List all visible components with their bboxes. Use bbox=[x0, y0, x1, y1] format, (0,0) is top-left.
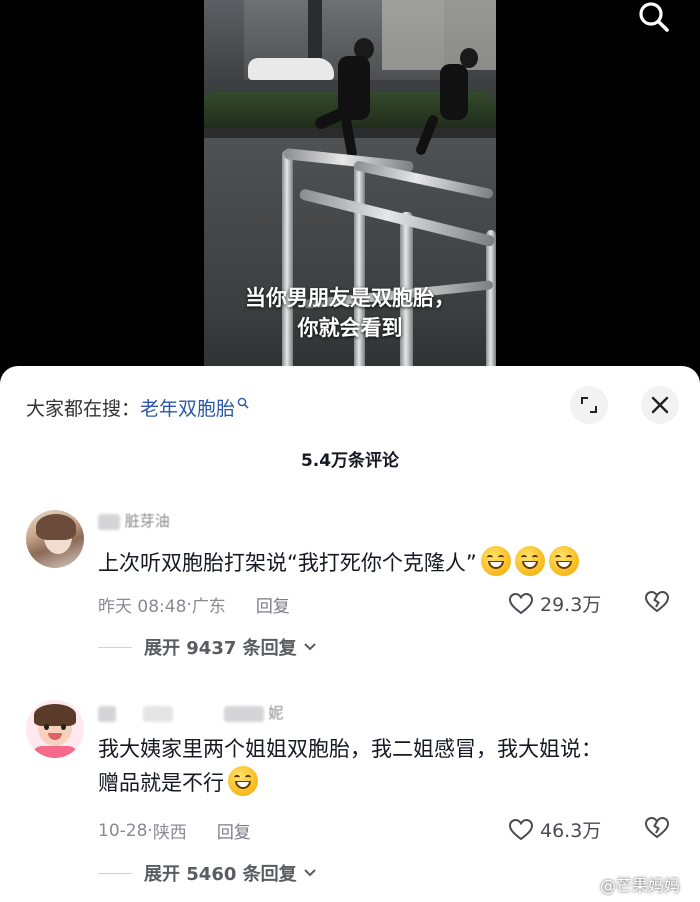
grin-emoji-icon bbox=[548, 546, 579, 576]
search-button[interactable] bbox=[632, 0, 676, 34]
username-redacted bbox=[142, 705, 173, 722]
comment-body: 上次听双胞胎打架说“我打死你个克隆人” bbox=[98, 551, 477, 575]
video-caption-line-2: 你就会看到 bbox=[297, 316, 403, 340]
search-icon bbox=[237, 397, 249, 412]
reply-button[interactable]: 回复 bbox=[256, 592, 290, 617]
comment-location: 陕西 bbox=[152, 823, 187, 843]
avatar-eye bbox=[61, 724, 66, 730]
broken-heart-icon bbox=[644, 816, 670, 839]
like-button[interactable]: 29.3万 bbox=[508, 590, 601, 617]
video-player[interactable]: 当你男朋友是双胞胎， 你就会看到 bbox=[0, 0, 700, 380]
avatar-eye bbox=[44, 724, 49, 730]
video-scene-road bbox=[204, 138, 496, 380]
like-button[interactable]: 46.3万 bbox=[508, 816, 601, 843]
weibo-logo-icon bbox=[574, 876, 596, 893]
username-redacted bbox=[98, 513, 120, 530]
watermark-text: @芒果妈妈 bbox=[600, 876, 681, 895]
video-person bbox=[440, 64, 468, 120]
grin-emoji-icon bbox=[514, 546, 545, 576]
username-visible: 妮 bbox=[268, 704, 284, 722]
comment-meta: 昨天 08:48 · 广东 回复 bbox=[98, 592, 290, 618]
hot-search-bar[interactable]: 大家都在搜： 老年双胞胎 bbox=[26, 394, 249, 421]
avatar[interactable] bbox=[26, 510, 84, 568]
dislike-button[interactable] bbox=[644, 816, 670, 844]
comment-text[interactable]: 我大姨家里两个姐姐双胞胎，我二姐感冒，我大姐说： 赠品就是不行 bbox=[98, 732, 668, 800]
username-visible: 脏芽油 bbox=[124, 512, 170, 530]
chevron-down-icon bbox=[303, 869, 316, 877]
video-scene-car bbox=[248, 58, 334, 80]
username-redacted bbox=[223, 705, 264, 722]
video-caption-line-1: 当你男朋友是双胞胎， bbox=[245, 286, 455, 310]
chevron-down-icon bbox=[303, 643, 316, 651]
video-scene-railing bbox=[282, 150, 293, 380]
avatar-hair bbox=[34, 704, 76, 726]
avatar[interactable] bbox=[26, 700, 84, 758]
broken-heart-icon bbox=[644, 590, 670, 613]
expand-button[interactable] bbox=[570, 386, 608, 424]
expand-icon bbox=[581, 397, 597, 413]
grin-emoji-icon bbox=[228, 766, 258, 796]
comment-time: 10-28 bbox=[98, 820, 148, 841]
video-scene-building bbox=[382, 0, 496, 70]
avatar-hair bbox=[36, 514, 76, 540]
comment-body-line-2: 赠品就是不行 bbox=[98, 766, 668, 800]
hot-search-prefix: 大家都在搜： bbox=[26, 398, 141, 420]
like-count: 29.3万 bbox=[540, 594, 602, 616]
comment-time: 昨天 08:48 bbox=[98, 597, 187, 617]
comment-location: 广东 bbox=[191, 597, 226, 617]
username-redacted bbox=[98, 705, 116, 722]
expand-replies-label: 展开 9437 条回复 bbox=[144, 638, 297, 659]
expand-replies-button[interactable]: 展开 5460 条回复 bbox=[98, 860, 317, 886]
hot-search-link[interactable]: 老年双胞胎 bbox=[140, 394, 235, 421]
reply-button[interactable]: 回复 bbox=[217, 818, 251, 843]
dislike-button[interactable] bbox=[644, 590, 670, 618]
comment-body-line-1: 我大姨家里两个姐姐双胞胎，我二姐感冒，我大姐说： bbox=[98, 737, 602, 761]
expand-replies-label: 展开 5460 条回复 bbox=[144, 864, 297, 885]
video-scene-railing bbox=[354, 160, 365, 380]
comment-meta: 10-28 · 陕西 回复 bbox=[98, 818, 251, 844]
divider-line bbox=[98, 872, 132, 874]
username[interactable]: 脏芽油 bbox=[98, 510, 170, 531]
comment-count: 5.4万条评论 bbox=[300, 451, 400, 471]
grin-emoji-icon bbox=[480, 546, 511, 576]
weibo-watermark: @芒果妈妈 bbox=[574, 872, 680, 896]
expand-replies-button[interactable]: 展开 9437 条回复 bbox=[98, 634, 317, 660]
close-icon bbox=[651, 396, 669, 414]
comment-sheet: 大家都在搜： 老年双胞胎 5.4万条评论 脏芽油 上次听双胞胎打架说“我打死你个… bbox=[0, 366, 700, 902]
search-icon bbox=[639, 2, 669, 32]
avatar-shirt bbox=[32, 746, 78, 758]
comment-body: 赠品就是不行 bbox=[98, 771, 224, 795]
heart-icon bbox=[508, 592, 534, 614]
divider-line bbox=[98, 646, 132, 648]
like-count: 46.3万 bbox=[540, 820, 602, 842]
heart-icon bbox=[508, 818, 534, 840]
close-button[interactable] bbox=[641, 386, 679, 424]
username[interactable]: 妮 bbox=[98, 702, 283, 723]
comment-text[interactable]: 上次听双胞胎打架说“我打死你个克隆人” bbox=[98, 546, 668, 580]
